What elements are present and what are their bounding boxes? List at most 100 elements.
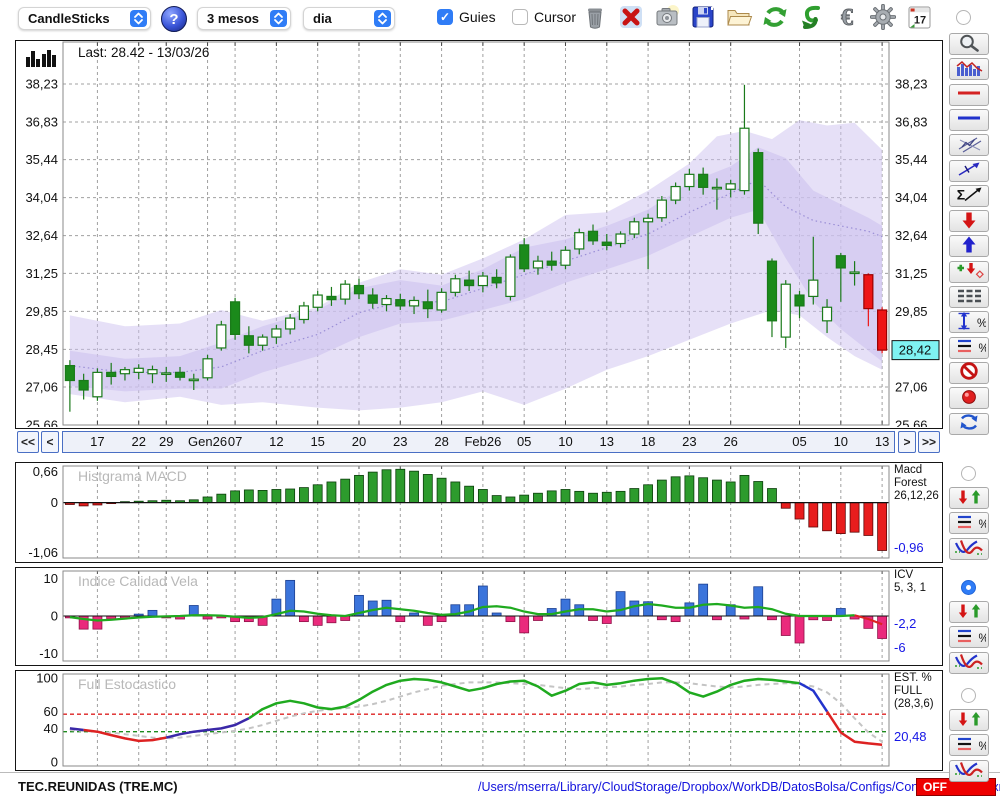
scroll-far-left-button[interactable]: << [17, 431, 39, 453]
date-tick-label: 20 [351, 434, 367, 449]
tool-arrow-up-blue[interactable] [949, 235, 989, 258]
icv-bar-chart[interactable]: 10 0 -10 Indice Calidad Vela [16, 568, 941, 664]
euro-icon-button[interactable]: € [831, 4, 862, 34]
date-tick-label: 29 [159, 434, 174, 449]
tool-table-rows[interactable] [949, 286, 989, 308]
svg-text:28,45: 28,45 [25, 342, 58, 357]
date-axis-strip[interactable]: 17 22 29 Gen26 07 12 15 20 23 28 Feb26 05 10 13 18 23 26… [62, 431, 895, 453]
settings-icon [869, 3, 897, 36]
tool-channel-tool[interactable] [949, 134, 989, 157]
date-tick-label: 23 [682, 434, 697, 449]
icv-tool-v-curves[interactable] [949, 651, 989, 674]
settings-icon-button[interactable] [867, 3, 898, 36]
macd-tool-v-curves[interactable] [949, 537, 989, 560]
cursor-checkbox[interactable]: Cursor [512, 9, 576, 25]
svg-text:29,85: 29,85 [25, 304, 58, 319]
macd-tool-updown-arrows[interactable] [949, 487, 989, 509]
sync-green-icon-button[interactable] [795, 4, 826, 34]
macd-panel[interactable]: 0,66 0 -1,06 Histgrama MACD Macd Forest 26,12… [15, 462, 943, 563]
svg-text:35,44: 35,44 [25, 152, 58, 167]
icv-panel[interactable]: 10 0 -10 Indice Calidad Vela ICV 5, 3, 1 -2,… [15, 567, 943, 666]
svg-text:31,25: 31,25 [895, 266, 928, 281]
calendar-icon-button[interactable]: 17 [903, 4, 934, 34]
svg-text:Full Estocastico: Full Estocastico [78, 676, 176, 692]
trendline-arrow-icon [952, 159, 986, 182]
icv-panel-radio[interactable] [961, 580, 976, 595]
updown-arrows-icon [952, 601, 986, 624]
measure-percent-icon: % [952, 311, 987, 334]
stochastic-chart[interactable]: 100 60 40 0 Full Estocastico [16, 671, 941, 769]
tool-sync-blue[interactable] [949, 412, 989, 435]
icv-bar-value: -6 [894, 640, 906, 655]
svg-text:Histgrama MACD: Histgrama MACD [78, 468, 187, 484]
tool-measure-percent[interactable]: % [949, 311, 989, 334]
date-tick-label: 05 [792, 434, 807, 449]
icv-settings-label: ICV 5, 3, 1 [894, 569, 926, 594]
guies-checkbox[interactable]: ✓ Guies [437, 9, 496, 25]
est-tool-updown-arrows[interactable] [949, 709, 989, 731]
est-tool-lines-percent[interactable]: % [949, 734, 989, 757]
svg-text:25,66: 25,66 [895, 418, 928, 428]
svg-text:34,04: 34,04 [895, 190, 928, 205]
no-entry-icon [952, 361, 986, 384]
tool-volume-chart[interactable] [949, 58, 989, 81]
range-select[interactable]: 3 mesos [197, 7, 291, 30]
svg-text:100: 100 [36, 671, 58, 686]
open-folder-icon-button[interactable] [723, 4, 754, 34]
chart-type-select[interactable]: CandleSticks [18, 7, 151, 30]
svg-text:25,66: 25,66 [25, 418, 58, 428]
svg-text:Last: 28.42 - 13/03/26: Last: 28.42 - 13/03/26 [78, 45, 209, 60]
save-icon-button[interactable] [687, 4, 718, 34]
macd-histogram-chart[interactable]: 0,66 0 -1,06 Histgrama MACD [16, 463, 941, 561]
tool-red-hline[interactable] [949, 83, 989, 106]
tool-record[interactable] [949, 387, 989, 410]
refresh-green-icon-button[interactable] [759, 4, 790, 34]
icv-tool-updown-arrows[interactable] [949, 601, 989, 623]
est-panel-radio[interactable] [961, 688, 976, 703]
svg-text:32,64: 32,64 [25, 228, 58, 243]
updown-arrows-icon [952, 487, 986, 510]
calendar-icon: 17 [905, 3, 933, 36]
trash-icon-button[interactable] [579, 4, 610, 34]
toolbar-radio[interactable] [956, 10, 971, 25]
table-rows-icon [952, 286, 986, 309]
tool-add-signal[interactable] [949, 260, 989, 283]
stochastic-panel[interactable]: 100 60 40 0 Full Estocastico EST. % FULL (28,3… [15, 670, 943, 771]
stochastic-settings-label: EST. % FULL (28,3,6) [894, 672, 934, 710]
date-tick-label: 05 [516, 434, 532, 449]
macd-tool-lines-percent[interactable]: % [949, 512, 989, 535]
camera-icon-button[interactable] [651, 4, 682, 34]
svg-text:Σ: Σ [957, 187, 965, 203]
date-tick-label: 12 [269, 434, 284, 449]
lines-percent-icon: % [952, 734, 989, 757]
tool-lines-percent[interactable]: % [949, 336, 989, 359]
svg-text:-10: -10 [39, 646, 58, 661]
icv-tool-lines-percent[interactable]: % [949, 626, 989, 649]
tool-blue-hline[interactable] [949, 108, 989, 131]
tool-trendline-arrow[interactable] [949, 159, 989, 182]
est-tool-v-curves[interactable] [949, 759, 989, 782]
chevron-up-down-icon [130, 10, 147, 27]
svg-text:36,83: 36,83 [25, 114, 58, 129]
scroll-far-right-button[interactable]: >> [918, 431, 940, 453]
date-tick-label: 10 [558, 434, 573, 449]
add-signal-icon [952, 260, 986, 283]
candlestick-chart[interactable]: 38,23 38,23 36,83 36,83 35,44 35,44 34,04 34,04… [16, 41, 941, 427]
help-button[interactable]: ? [161, 6, 187, 32]
delete-x-icon-button[interactable] [615, 4, 646, 34]
svg-text:29,85: 29,85 [895, 304, 928, 319]
price-chart-panel[interactable]: 38,23 38,23 36,83 36,83 35,44 35,44 34,04 34,04… [15, 40, 943, 429]
save-icon [689, 3, 717, 36]
scroll-right-button[interactable]: > [898, 431, 916, 453]
tool-arrow-down-red[interactable] [949, 210, 989, 233]
macd-panel-radio[interactable] [961, 466, 976, 481]
period-select[interactable]: dia [303, 7, 395, 30]
chart-window-icon-button[interactable] [404, 7, 444, 46]
tool-zoom-magnifier[interactable] [949, 33, 989, 55]
svg-text:%: % [979, 343, 987, 355]
scroll-left-button[interactable]: < [41, 431, 59, 453]
last-price-tag: 28,42 [899, 343, 932, 358]
lines-percent-icon: % [952, 512, 989, 535]
tool-sigma-trendline[interactable]: Σ [949, 184, 989, 207]
tool-no-entry[interactable] [949, 361, 989, 384]
